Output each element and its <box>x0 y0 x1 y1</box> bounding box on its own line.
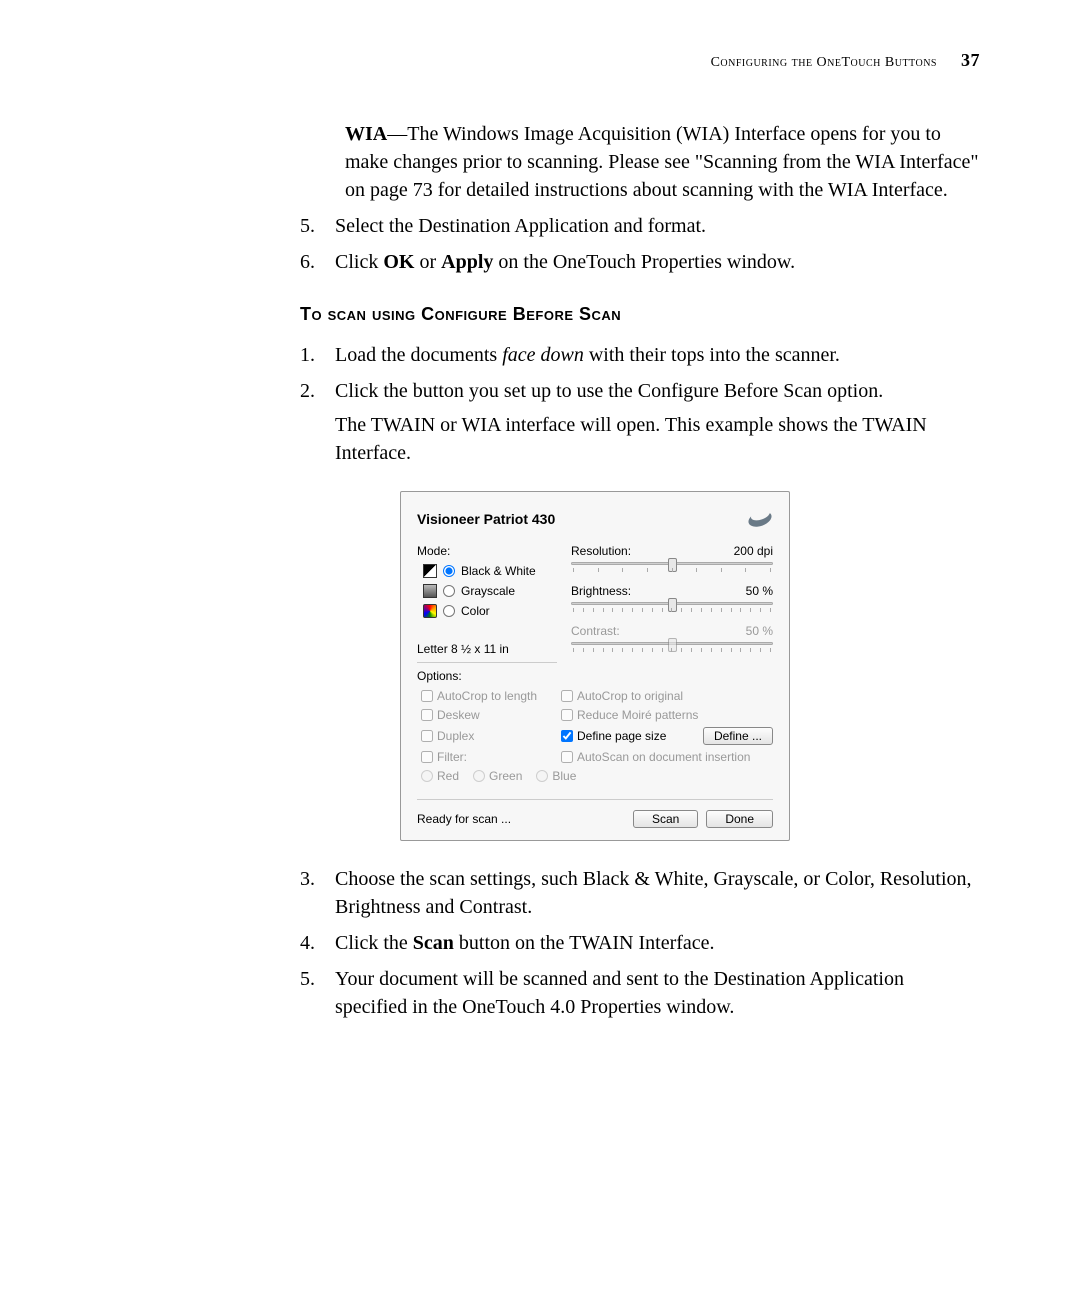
filter-checkbox[interactable] <box>421 751 433 763</box>
page-size-display[interactable]: Letter 8 ½ x 11 in <box>417 642 557 663</box>
resolution-slider[interactable] <box>571 560 773 578</box>
list-text: Load the documents face down with their … <box>335 341 980 369</box>
contrast-slider <box>571 640 773 658</box>
brightness-label: Brightness: <box>571 584 631 598</box>
list-item: 6. Click OK or Apply on the OneTouch Pro… <box>300 248 980 276</box>
done-button[interactable]: Done <box>706 810 773 828</box>
list-text: Click OK or Apply on the OneTouch Proper… <box>335 248 980 276</box>
mode-bw-radio[interactable] <box>443 565 455 577</box>
filter-red-option: Red <box>421 769 459 783</box>
list-item: 2. Click the button you set up to use th… <box>300 377 980 467</box>
autoscan-checkbox[interactable] <box>561 751 573 763</box>
wia-bold: WIA <box>345 123 387 145</box>
mode-gray-label: Grayscale <box>461 584 515 598</box>
mode-label: Mode: <box>417 544 557 558</box>
page-number: 37 <box>961 50 980 70</box>
page-header: Configuring the OneTouch Buttons 37 <box>711 50 980 71</box>
list-text: Select the Destination Application and f… <box>335 212 980 240</box>
list-number: 1. <box>300 341 335 369</box>
list-text: Choose the scan settings, such Black & W… <box>335 865 980 921</box>
autocrop-original-option[interactable]: AutoCrop to original <box>561 689 683 703</box>
list-item: 5. Your document will be scanned and sen… <box>300 965 980 1021</box>
list-text: Click the Scan button on the TWAIN Inter… <box>335 929 980 957</box>
list-number: 5. <box>300 212 335 240</box>
brightness-slider[interactable] <box>571 600 773 618</box>
list-number: 6. <box>300 248 335 276</box>
deskew-checkbox[interactable] <box>421 709 433 721</box>
page-content: WIA—The Windows Image Acquisition (WIA) … <box>300 120 980 1029</box>
dialog-header: Visioneer Patriot 430 <box>417 506 773 532</box>
filter-blue-option: Blue <box>536 769 576 783</box>
color-icon <box>423 604 437 618</box>
bw-icon <box>423 564 437 578</box>
list-item: 4. Click the Scan button on the TWAIN In… <box>300 929 980 957</box>
mode-bw-label: Black & White <box>461 564 536 578</box>
list-number: 2. <box>300 377 335 467</box>
define-page-checkbox[interactable] <box>561 730 573 742</box>
autocrop-length-checkbox[interactable] <box>421 690 433 702</box>
scan-button[interactable]: Scan <box>633 810 698 828</box>
mode-gray-radio[interactable] <box>443 585 455 597</box>
resolution-value: 200 dpi <box>734 544 773 558</box>
twain-dialog: Visioneer Patriot 430 Mode: Black & Whit… <box>400 491 790 841</box>
dialog-title: Visioneer Patriot 430 <box>417 511 555 527</box>
wia-text: —The Windows Image Acquisition (WIA) Int… <box>345 123 979 201</box>
moire-checkbox[interactable] <box>561 709 573 721</box>
list-number: 3. <box>300 865 335 921</box>
status-text: Ready for scan ... <box>417 812 511 826</box>
contrast-value: 50 % <box>746 624 773 638</box>
filter-red-radio <box>421 770 433 782</box>
visioneer-logo-icon <box>747 506 773 532</box>
filter-blue-radio <box>536 770 548 782</box>
autocrop-length-option[interactable]: AutoCrop to length <box>421 689 551 703</box>
define-page-size-option[interactable]: Define page size <box>561 729 693 743</box>
filter-option[interactable]: Filter: <box>421 750 551 764</box>
mode-color-label: Color <box>461 604 490 618</box>
filter-green-radio <box>473 770 485 782</box>
filter-green-option: Green <box>473 769 522 783</box>
deskew-option[interactable]: Deskew <box>421 708 551 722</box>
duplex-option[interactable]: Duplex <box>421 729 551 743</box>
sub-paragraph: The TWAIN or WIA interface will open. Th… <box>335 411 980 467</box>
subheading: To scan using Configure Before Scan <box>300 304 980 325</box>
running-head: Configuring the OneTouch Buttons <box>711 55 937 70</box>
list-number: 5. <box>300 965 335 1021</box>
define-button[interactable]: Define ... <box>703 727 773 745</box>
autoscan-option[interactable]: AutoScan on document insertion <box>561 750 750 764</box>
list-item: 3. Choose the scan settings, such Black … <box>300 865 980 921</box>
autocrop-original-checkbox[interactable] <box>561 690 573 702</box>
resolution-label: Resolution: <box>571 544 631 558</box>
mode-color-option[interactable]: Color <box>423 604 557 618</box>
contrast-label: Contrast: <box>571 624 620 638</box>
list-text: Click the button you set up to use the C… <box>335 377 980 467</box>
duplex-checkbox[interactable] <box>421 730 433 742</box>
mode-gray-option[interactable]: Grayscale <box>423 584 557 598</box>
wia-paragraph: WIA—The Windows Image Acquisition (WIA) … <box>345 120 980 204</box>
options-label: Options: <box>417 668 773 683</box>
mode-color-radio[interactable] <box>443 605 455 617</box>
mode-bw-option[interactable]: Black & White <box>423 564 557 578</box>
list-item: 5. Select the Destination Application an… <box>300 212 980 240</box>
moire-option[interactable]: Reduce Moiré patterns <box>561 708 698 722</box>
list-item: 1. Load the documents face down with the… <box>300 341 980 369</box>
grayscale-icon <box>423 584 437 598</box>
brightness-value: 50 % <box>746 584 773 598</box>
list-number: 4. <box>300 929 335 957</box>
list-text: Your document will be scanned and sent t… <box>335 965 980 1021</box>
